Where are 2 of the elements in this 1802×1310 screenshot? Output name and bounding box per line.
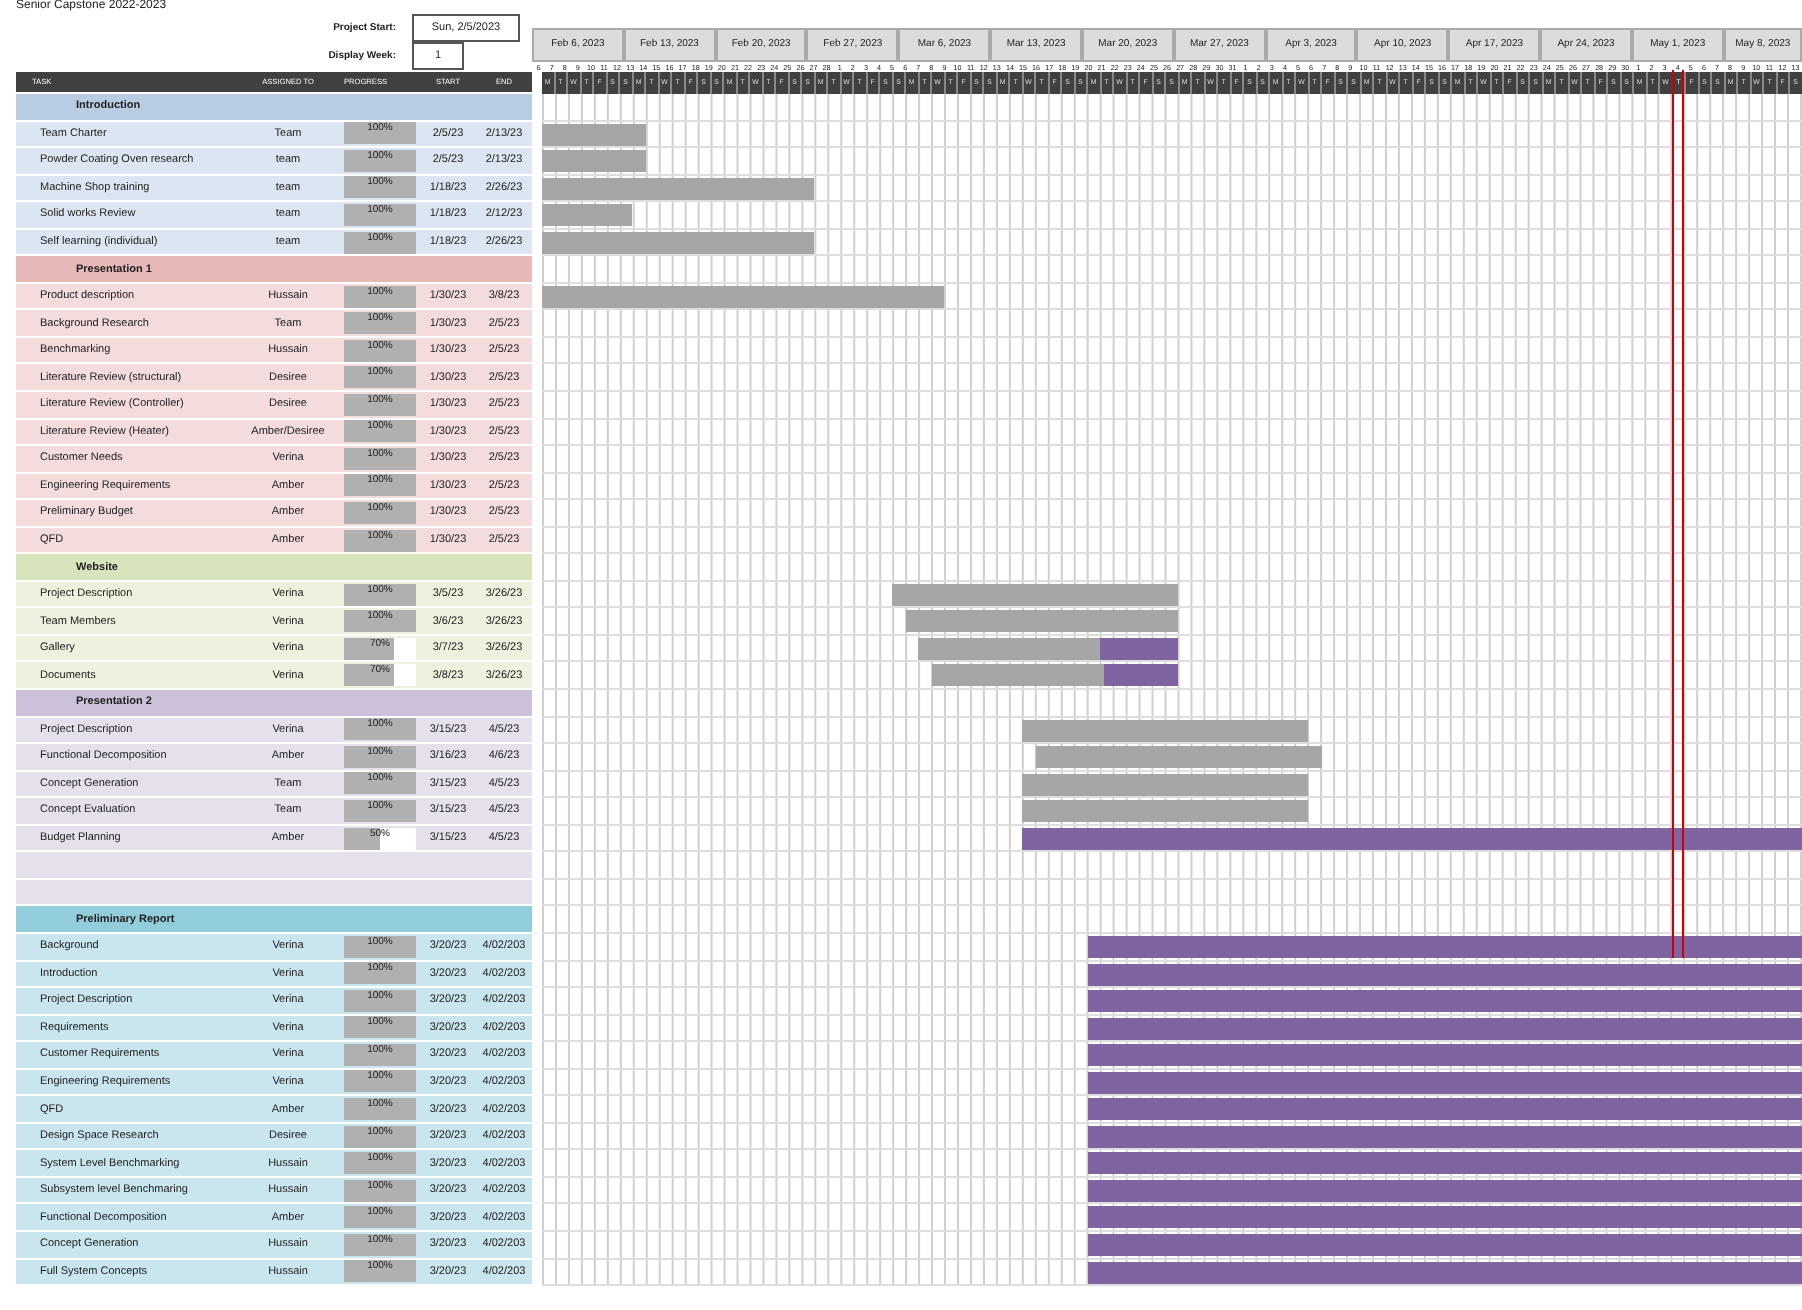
- remaining-bar: [1104, 664, 1179, 687]
- remaining-bar: [1100, 637, 1179, 660]
